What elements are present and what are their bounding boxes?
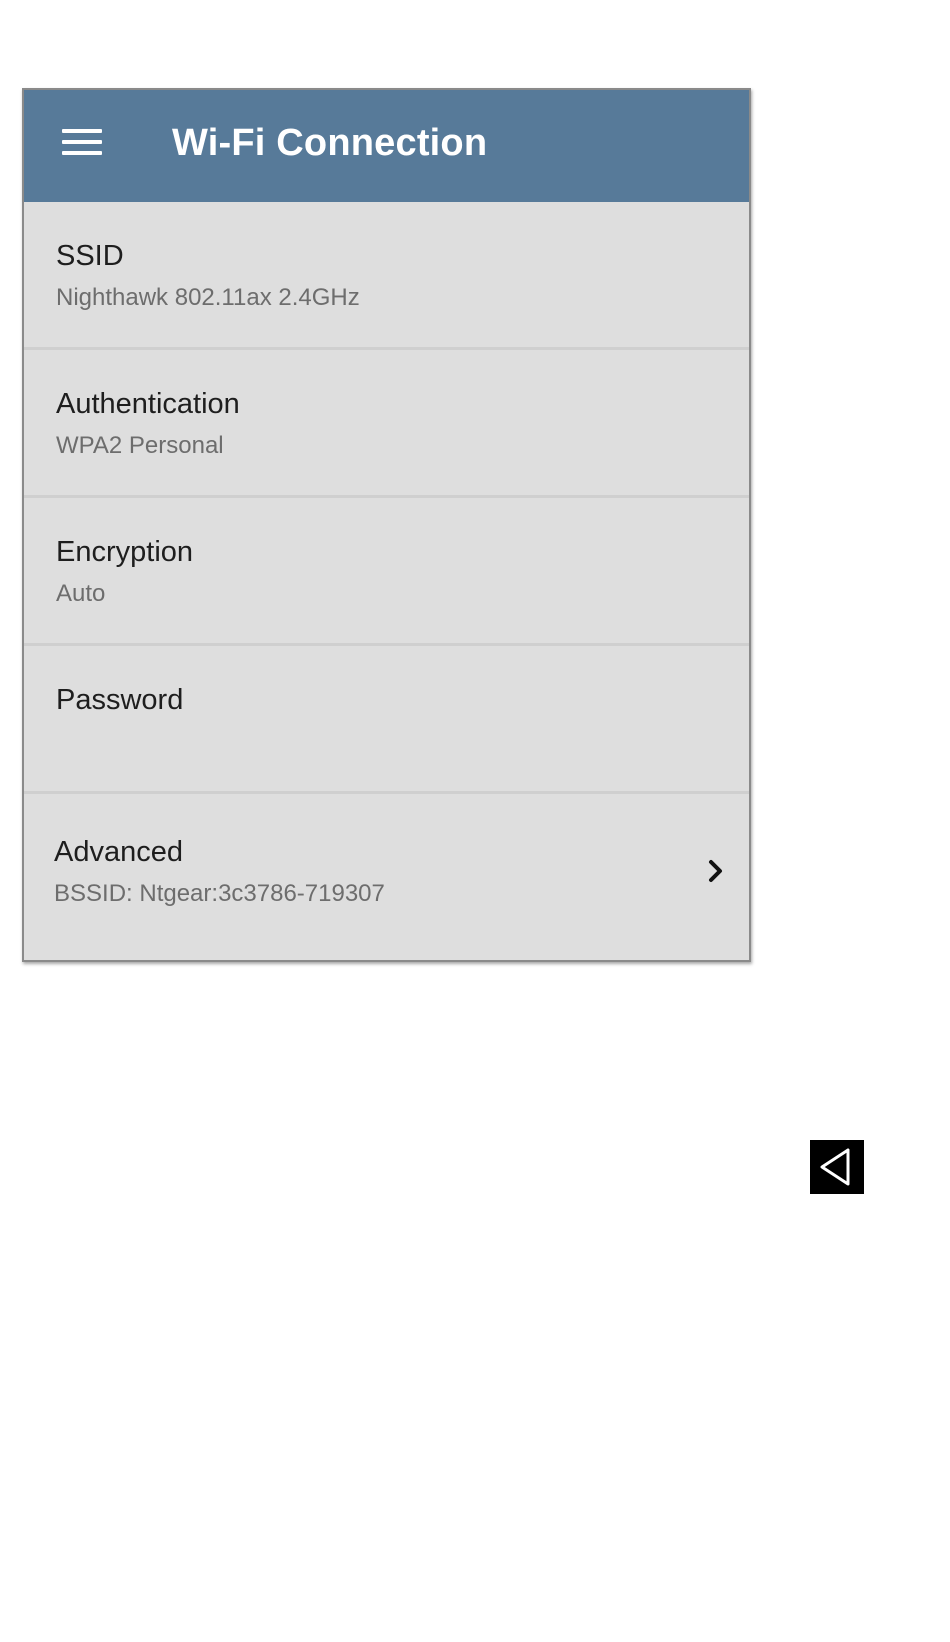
encryption-value: Auto (56, 580, 106, 607)
app-title: Wi-Fi Connection (172, 122, 488, 164)
password-setting[interactable]: Password (24, 646, 749, 794)
ssid-label: SSID (56, 240, 124, 272)
advanced-setting[interactable]: Advanced BSSID: Ntgear:3c3786-719307 (24, 794, 749, 950)
chevron-right-icon (709, 860, 722, 882)
hamburger-menu-icon[interactable] (62, 129, 102, 159)
authentication-label: Authentication (56, 388, 240, 420)
settings-list: SSID Nighthawk 802.11ax 2.4GHz Authentic… (24, 202, 749, 950)
encryption-setting[interactable]: Encryption Auto (24, 498, 749, 646)
bssid-value: BSSID: Ntgear:3c3786-719307 (54, 880, 385, 907)
ssid-setting[interactable]: SSID Nighthawk 802.11ax 2.4GHz (24, 202, 749, 350)
advanced-label: Advanced (54, 836, 183, 868)
authentication-value: WPA2 Personal (56, 432, 224, 459)
ssid-value: Nighthawk 802.11ax 2.4GHz (56, 284, 360, 311)
triangle-back-icon (820, 1148, 850, 1186)
wifi-connection-screen: Wi-Fi Connection SSID Nighthawk 802.11ax… (22, 88, 751, 962)
back-button[interactable] (810, 1140, 864, 1194)
password-label: Password (56, 684, 184, 716)
authentication-setting[interactable]: Authentication WPA2 Personal (24, 350, 749, 498)
app-bar: Wi-Fi Connection (24, 90, 749, 202)
encryption-label: Encryption (56, 536, 194, 568)
